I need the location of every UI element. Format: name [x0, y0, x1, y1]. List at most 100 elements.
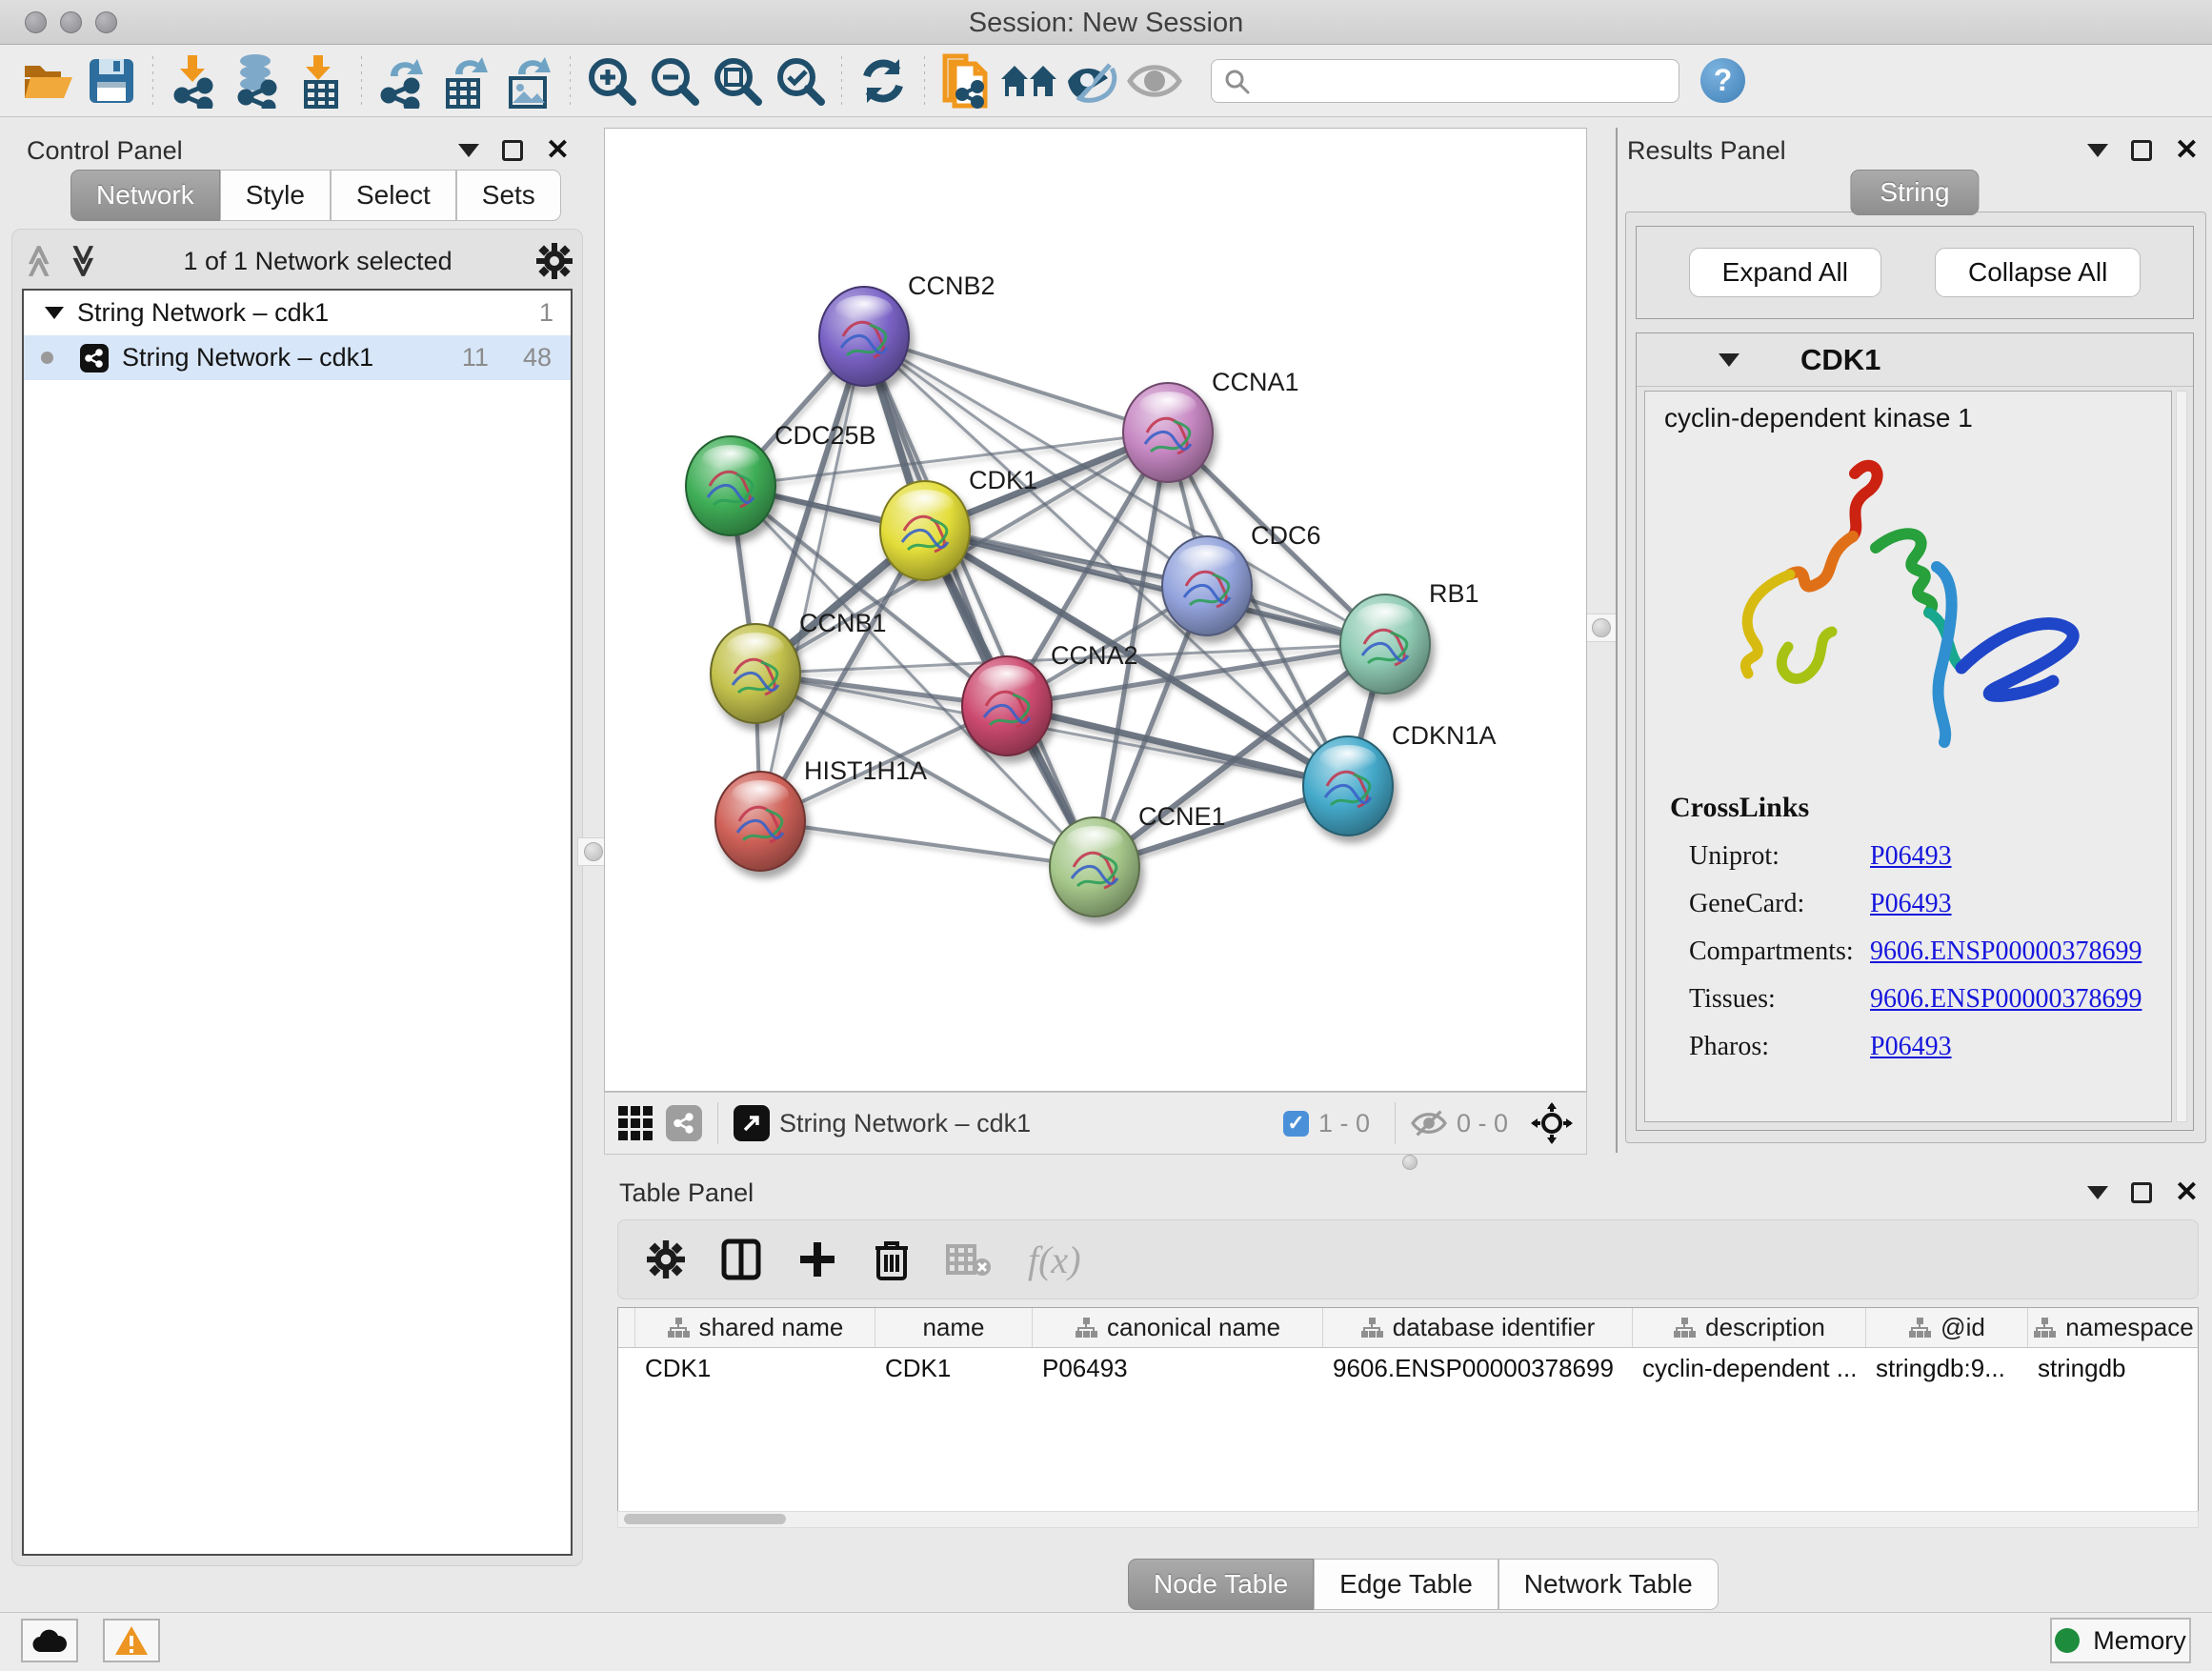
splitter-handle[interactable]	[1402, 1155, 1418, 1170]
crosslink-label: Compartments:	[1670, 936, 1870, 967]
zoom-selected-button[interactable]	[769, 51, 832, 111]
column-header[interactable]: name	[875, 1308, 1033, 1347]
column-header[interactable]: shared name	[635, 1308, 875, 1347]
zoom-in-button[interactable]	[580, 51, 643, 111]
tab-sets[interactable]: Sets	[456, 170, 561, 221]
left-splitter[interactable]	[583, 128, 604, 1612]
column-header[interactable]: database identifier	[1323, 1308, 1633, 1347]
tab-node-table[interactable]: Node Table	[1128, 1559, 1314, 1610]
import-network-file-button[interactable]	[163, 51, 226, 111]
table-horizontal-scrollbar[interactable]	[617, 1511, 2199, 1528]
column-header[interactable]: namespace	[2028, 1308, 2199, 1347]
gear-icon[interactable]	[536, 243, 573, 279]
network-row[interactable]: String Network – cdk1 11 48	[24, 335, 571, 380]
select-columns-icon[interactable]	[721, 1238, 761, 1280]
network-node-CCNE1[interactable]	[1050, 817, 1139, 916]
export-table-button[interactable]	[434, 51, 497, 111]
expand-all-button[interactable]: Expand All	[1689, 248, 1881, 297]
tab-network-table[interactable]: Network Table	[1498, 1559, 1719, 1610]
splitter-handle[interactable]	[1592, 618, 1611, 637]
tab-string[interactable]: String	[1850, 170, 1979, 215]
network-node-CCNB1[interactable]	[711, 624, 800, 723]
collapse-all-button[interactable]: Collapse All	[1935, 248, 2141, 297]
table-row[interactable]: CDK1CDK1P064939606.ENSP00000378699cyclin…	[618, 1348, 2198, 1390]
crosslink-link[interactable]: P06493	[1870, 841, 1952, 872]
toolbar-search-field[interactable]	[1211, 59, 1679, 103]
first-neighbors-button[interactable]	[935, 51, 997, 111]
string-view-icon[interactable]	[666, 1105, 702, 1141]
network-canvas[interactable]: CCNB2CCNA1CDC25BCDK1CDC6RB1CCNB1CCNA2CDK…	[604, 128, 1587, 1092]
open-in-window-icon[interactable]	[734, 1105, 770, 1141]
crosslink-link[interactable]: P06493	[1870, 1032, 1952, 1062]
import-table-button[interactable]	[289, 51, 352, 111]
network-node-CDK1[interactable]	[880, 481, 970, 580]
search-input[interactable]	[1250, 62, 1667, 100]
panel-float-icon[interactable]	[502, 140, 523, 161]
home-button[interactable]	[997, 51, 1060, 111]
add-column-icon[interactable]	[797, 1239, 837, 1279]
panel-close-icon[interactable]: ✕	[546, 140, 570, 161]
panel-float-icon[interactable]	[2131, 140, 2152, 161]
splitter-handle[interactable]	[584, 842, 603, 861]
tree-expander-icon[interactable]	[45, 307, 64, 319]
save-session-button[interactable]	[80, 51, 143, 111]
network-node-CCNA2[interactable]	[962, 656, 1052, 755]
export-image-button[interactable]	[497, 51, 560, 111]
panel-menu-icon[interactable]	[2087, 144, 2108, 157]
crosshair-icon[interactable]	[1531, 1102, 1573, 1144]
help-button[interactable]: ?	[1700, 58, 1745, 103]
crosslink-link[interactable]: 9606.ENSP00000378699	[1870, 936, 2142, 967]
zoom-fit-button[interactable]	[706, 51, 769, 111]
hide-selected-button[interactable]	[1060, 51, 1123, 111]
collapse-section-icon[interactable]	[1719, 353, 1739, 367]
selected-nodes-checkbox[interactable]: ✓	[1283, 1111, 1309, 1137]
panel-close-icon[interactable]: ✕	[2175, 140, 2199, 161]
delete-table-icon[interactable]	[946, 1242, 992, 1277]
bottom-splitter[interactable]	[604, 1153, 2212, 1176]
show-all-button[interactable]	[1123, 51, 1186, 111]
network-node-HIST1H1A[interactable]	[715, 772, 805, 871]
expand-all-icon[interactable]: ≪	[68, 244, 96, 278]
tab-select[interactable]: Select	[331, 170, 456, 221]
column-header[interactable]: canonical name	[1033, 1308, 1323, 1347]
export-network-button[interactable]	[372, 51, 434, 111]
tab-network[interactable]: Network	[70, 170, 220, 221]
column-header[interactable]: description	[1633, 1308, 1866, 1347]
crosslink-link[interactable]: P06493	[1870, 889, 1952, 919]
cloud-status-button[interactable]	[21, 1619, 78, 1662]
open-session-button[interactable]	[17, 51, 80, 111]
tab-edge-table[interactable]: Edge Table	[1314, 1559, 1498, 1610]
panel-float-icon[interactable]	[2131, 1182, 2152, 1203]
right-splitter[interactable]	[1587, 128, 1616, 1153]
memory-button[interactable]: Memory	[2050, 1618, 2191, 1663]
hidden-eye-icon[interactable]	[1411, 1109, 1447, 1137]
delete-column-icon[interactable]	[874, 1238, 910, 1280]
grid-view-icon[interactable]	[618, 1106, 653, 1140]
import-network-database-button[interactable]	[226, 51, 289, 111]
column-header[interactable]	[618, 1308, 635, 1347]
panel-menu-icon[interactable]	[458, 144, 479, 157]
network-collection-row[interactable]: String Network – cdk1 1	[24, 291, 571, 335]
network-node-CDC25B[interactable]	[686, 436, 775, 535]
column-header[interactable]: @id	[1866, 1308, 2028, 1347]
network-graph[interactable]: CCNB2CCNA1CDC25BCDK1CDC6RB1CCNB1CCNA2CDK…	[605, 129, 1586, 1091]
panel-menu-icon[interactable]	[2087, 1186, 2108, 1199]
network-node-RB1[interactable]	[1340, 594, 1430, 694]
crosslink-link[interactable]: 9606.ENSP00000378699	[1870, 984, 2142, 1015]
network-node-CDC6[interactable]	[1162, 536, 1252, 635]
collapse-all-icon[interactable]: ≪	[25, 244, 53, 278]
scrollbar-thumb[interactable]	[624, 1514, 786, 1524]
warnings-button[interactable]	[103, 1619, 160, 1662]
network-node-CDKN1A[interactable]	[1303, 736, 1393, 836]
network-node-CCNB2[interactable]	[819, 287, 909, 386]
panel-close-icon[interactable]: ✕	[2175, 1182, 2199, 1203]
protein-header[interactable]: CDK1	[1637, 333, 2193, 387]
results-scrollbar[interactable]	[2176, 391, 2187, 1122]
function-builder-icon[interactable]: f(x)	[1028, 1238, 1081, 1282]
zoom-out-button[interactable]	[643, 51, 706, 111]
tab-style[interactable]: Style	[220, 170, 331, 221]
network-node-CCNA1[interactable]	[1123, 383, 1213, 482]
refresh-button[interactable]	[852, 51, 915, 111]
node-table[interactable]: shared namenamecanonical namedatabase id…	[617, 1307, 2199, 1528]
gear-icon[interactable]	[647, 1240, 685, 1278]
